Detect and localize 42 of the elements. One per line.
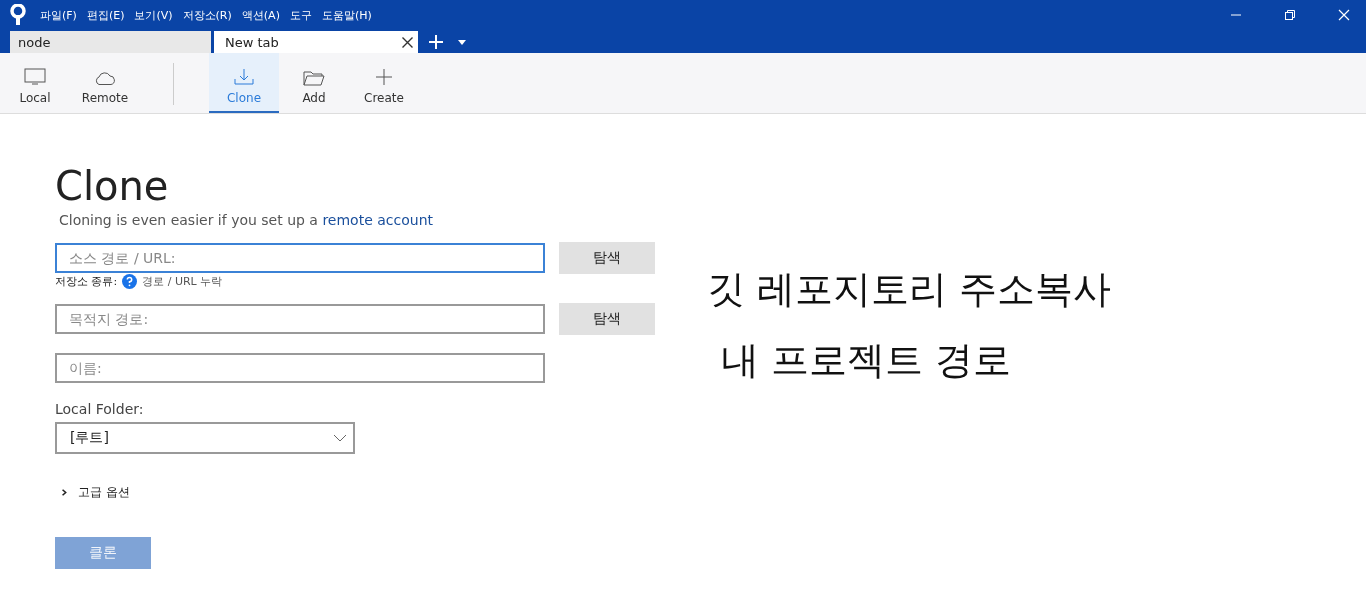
monitor-icon	[24, 68, 46, 86]
close-icon[interactable]	[402, 36, 413, 48]
plus-icon[interactable]	[429, 35, 443, 49]
tab[interactable]: New tab	[214, 31, 418, 53]
help-icon[interactable]	[122, 274, 138, 289]
advanced-options-toggle[interactable]: 고급 옵션	[61, 484, 130, 501]
input-field[interactable]: 소스 경로 / URL:	[55, 243, 545, 273]
menu-item[interactable]: 편집(E)	[86, 7, 125, 23]
cloud-icon	[94, 70, 116, 86]
chevron-down-icon	[333, 434, 347, 442]
annotation-text: 내 프로젝트 경로	[720, 337, 1013, 384]
toolbar-button[interactable]: Add	[279, 53, 349, 113]
plus-icon	[375, 68, 393, 86]
input-field[interactable]: 이름:	[55, 353, 545, 383]
folder-icon	[303, 70, 325, 86]
menu-item[interactable]: 액션(A)	[241, 7, 280, 23]
menu-item[interactable]: 저장소(R)	[182, 7, 232, 23]
subtitle-text: Cloning is even easier if you set up a remote account	[59, 212, 434, 228]
toolbar-button[interactable]: Clone	[209, 53, 279, 113]
app-logo-icon	[10, 4, 26, 26]
toolbar-button[interactable]: Local	[0, 53, 70, 113]
annotation-text: 깃 레포지토리 주소복사	[707, 266, 1112, 313]
menu-item[interactable]: 도움말(H)	[321, 7, 372, 23]
hint-label: 저장소 종류:	[55, 274, 118, 289]
browse-button[interactable]: 탐색	[559, 242, 655, 274]
caret-icon[interactable]	[458, 40, 466, 45]
menu-item[interactable]: 도구	[289, 7, 312, 23]
menu-item[interactable]: 보기(V)	[134, 7, 173, 23]
local-folder-dropdown[interactable]: [루트]	[55, 422, 355, 454]
menu-item[interactable]: 파일(F)	[40, 7, 77, 23]
browse-button[interactable]: 탐색	[559, 303, 655, 335]
remote-account-link[interactable]: remote account	[322, 212, 433, 228]
download-icon	[233, 68, 255, 86]
toolbar-button[interactable]: Remote	[70, 53, 140, 113]
input-field[interactable]: 목적지 경로:	[55, 304, 545, 334]
chevron-icon	[61, 488, 68, 497]
page-title: Clone	[55, 162, 170, 210]
toolbar-button[interactable]: Create	[349, 53, 419, 113]
local-folder-label: Local Folder:	[55, 401, 145, 417]
tab[interactable]: node	[10, 31, 211, 53]
hint-text: 경로 / URL 누락	[142, 274, 223, 289]
restore-icon[interactable]	[1284, 9, 1296, 21]
